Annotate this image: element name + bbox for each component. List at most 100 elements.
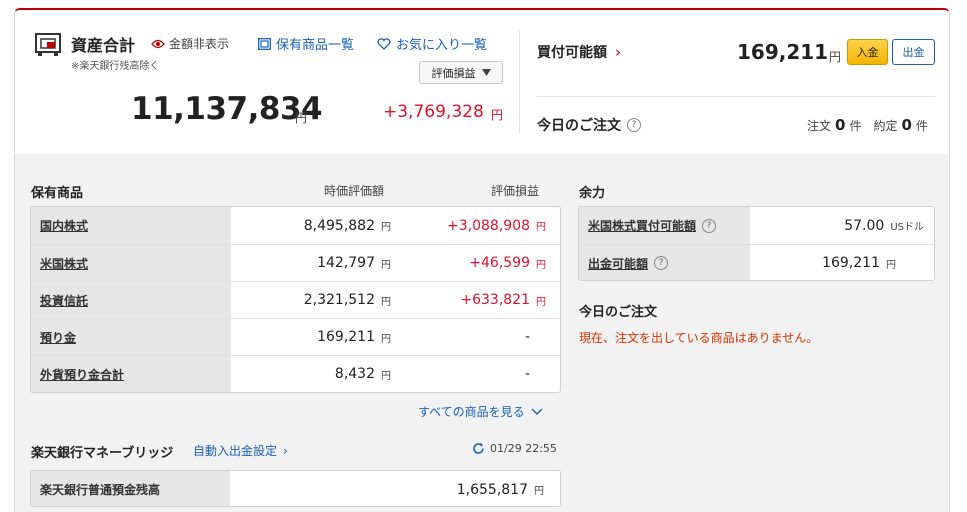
currency-unit: 円 [381,259,391,271]
total-asset-value: 11,137,834 [131,91,323,127]
order-counts: 注文 0 件 約定 0 件 [807,116,928,134]
divider [537,96,935,97]
favorites-link[interactable]: お気に入り一覧 [377,34,487,53]
margin-table: 米国株式買付可能額 ? 57.00 USドル 出金可能額 ? 169,211 円 [578,206,935,281]
table-row: 預り金 169,211 円 - [31,318,560,355]
holding-label-domestic[interactable]: 国内株式 [40,217,88,234]
help-icon[interactable]: ? [702,218,717,233]
pl-select[interactable]: 評価損益 [419,61,503,84]
us-buying-power-label[interactable]: 米国株式買付可能額 [588,217,696,234]
divider [519,30,520,134]
today-orders-label: 今日のご注文 [537,118,621,134]
executed-unit: 件 [915,119,928,133]
chevron-right-icon: › [615,43,621,61]
holding-label-fx-deposit[interactable]: 外貨預り金合計 [40,366,124,383]
list-icon [258,37,271,50]
buying-power-label: 買付可能額 [537,45,607,61]
caret-down-icon [481,69,491,76]
currency-unit: 円 [536,259,546,271]
eye-icon [151,39,165,48]
holding-pl: - [524,366,530,382]
holding-pl: +46,599 [469,255,530,271]
heart-icon [377,37,391,50]
orders-label: 注文 [807,119,832,133]
orders-count: 0 [835,116,846,134]
bank-balance-value: 1,655,817 [456,481,528,498]
summary-header: 資産合計 金額非表示 ※楽天銀行残高除く 保有商品一覧 お気に入り一覧 評価損益 [15,10,949,154]
holdings-list-link[interactable]: 保有商品一覧 [258,34,354,53]
executed-label: 約定 [873,119,898,133]
see-all-label: すべての商品を見る [418,405,525,419]
table-row: 米国株式買付可能額 ? 57.00 USドル [579,207,934,244]
holding-pl: - [524,329,530,345]
executed-count: 0 [901,116,912,134]
table-row: 外貨預り金合計 8,432 円 - [31,355,560,392]
moneybridge-title: 楽天銀行マネーブリッジ [31,446,174,461]
holding-value: 8,432 [334,366,375,382]
buying-power-currency: 円 [829,50,842,64]
moneybridge-refresh[interactable]: 01/29 22:55 [472,442,557,455]
currency-unit: 円 [381,333,391,345]
currency-unit: 円 [886,259,896,271]
col-market-value: 時価評価額 [324,184,385,198]
holding-value: 2,321,512 [303,292,375,308]
holdings-title: 保有商品 [31,186,84,201]
withdraw-button[interactable]: 出金 [892,39,935,65]
currency-unit: 円 [534,486,544,497]
wallet-icon [35,33,61,56]
total-pl-value: +3,769,328 [383,102,484,122]
holding-label-funds[interactable]: 投資信託 [40,292,88,309]
table-row: 米国株式 142,797 円 +46,599 円 [31,244,560,281]
help-icon[interactable]: ? [627,118,641,132]
updated-time: 01/29 22:55 [490,442,557,455]
col-pl: 評価損益 [491,184,540,198]
total-asset-currency: 円 [295,111,308,125]
total-pl-currency: 円 [491,108,504,122]
details-section: 保有商品 時価評価額 評価損益 国内株式 8,495,882 円 +3,088,9… [15,154,949,512]
holdings-list-label: 保有商品一覧 [276,38,355,53]
holding-value: 8,495,882 [303,217,375,234]
holding-pl: +633,821 [460,292,530,308]
buying-power-value: 169,211 [737,40,829,64]
holding-label-us[interactable]: 米国株式 [40,255,88,272]
refresh-icon [473,443,484,454]
auto-transfer-label: 自動入出金設定 [193,444,278,458]
chevron-down-icon [531,408,543,415]
table-row: 国内株式 8,495,882 円 +3,088,908 円 [31,207,560,244]
margin-title: 余力 [579,186,606,201]
currency-unit: USドル [890,222,924,233]
holding-value: 142,797 [317,255,375,271]
holding-pl: +3,088,908 [447,217,530,234]
table-row: 出金可能額 ? 169,211 円 [579,244,934,280]
asset-summary-card: 資産合計 金額非表示 ※楽天銀行残高除く 保有商品一覧 お気に入り一覧 評価損益 [14,8,950,512]
holding-label-deposit[interactable]: 預り金 [40,329,76,346]
currency-unit: 円 [536,296,546,308]
help-icon[interactable]: ? [654,256,669,270]
withdrawable-label[interactable]: 出金可能額 [588,255,648,272]
currency-unit: 円 [536,222,546,233]
moneybridge-table: 楽天銀行普通預金残高 1,655,817 円 [30,470,561,507]
table-row: 投資信託 2,321,512 円 +633,821 円 [31,281,560,318]
bank-balance-label: 楽天銀行普通預金残高 [31,471,231,506]
today-orders-heading: 今日のご注文 ? [537,115,641,135]
buying-power-link[interactable]: 買付可能額 › [537,42,621,62]
see-all-holdings-link[interactable]: すべての商品を見る [418,403,543,420]
pl-select-value: 評価損益 [431,66,476,80]
holding-value: 169,211 [317,329,375,345]
asset-note: ※楽天銀行残高除く [71,61,160,72]
us-buying-power-value: 57.00 [844,217,885,234]
currency-unit: 円 [381,222,391,233]
asset-title: 資産合計 [71,36,136,55]
no-orders-message: 現在、注文を出している商品はありません。 [579,331,819,345]
currency-unit: 円 [381,370,391,382]
holdings-table: 国内株式 8,495,882 円 +3,088,908 円 米国株式 142,797… [30,206,561,393]
orders-unit: 件 [849,119,862,133]
auto-transfer-link[interactable]: 自動入出金設定 › [193,442,288,459]
hide-amount-label: 金額非表示 [169,37,230,51]
currency-unit: 円 [381,296,391,308]
deposit-button[interactable]: 入金 [847,39,888,65]
hide-amount-toggle[interactable]: 金額非表示 [151,35,229,52]
table-row: 楽天銀行普通預金残高 1,655,817 円 [31,471,560,506]
favorites-label: お気に入り一覧 [396,38,488,53]
withdrawable-value: 169,211 [822,255,880,271]
